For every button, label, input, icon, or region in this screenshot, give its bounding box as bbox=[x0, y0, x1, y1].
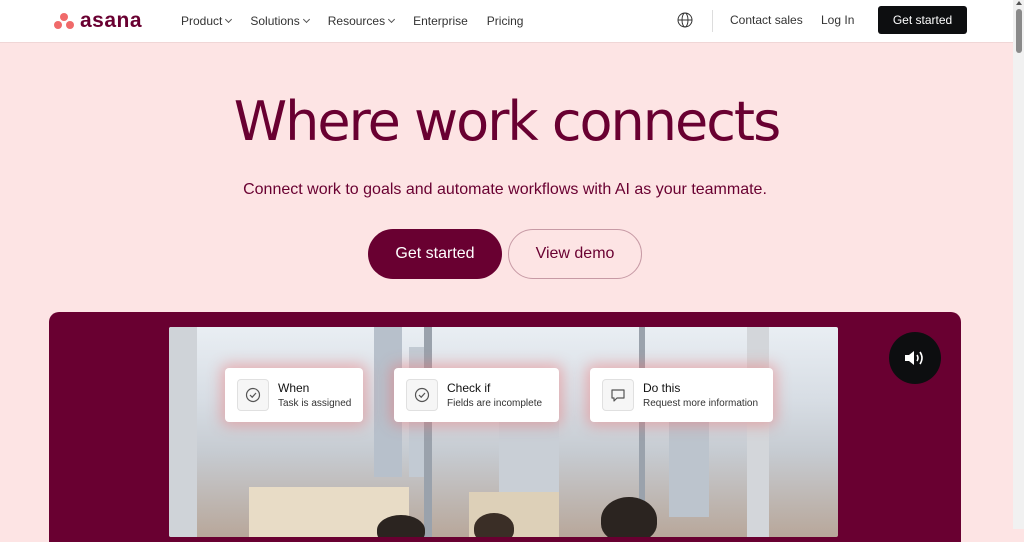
scroll-thumb[interactable] bbox=[1016, 9, 1022, 53]
nav-get-started-button[interactable]: Get started bbox=[878, 6, 967, 34]
nav-links: Product Solutions Resources Enterprise P… bbox=[181, 0, 542, 42]
login-link[interactable]: Log In bbox=[821, 13, 854, 27]
window-frame bbox=[424, 327, 432, 537]
card-title: Check if bbox=[447, 380, 491, 395]
hero-title: Where work connects bbox=[233, 90, 781, 153]
asana-logo[interactable]: asana bbox=[54, 9, 143, 32]
view-demo-button[interactable]: View demo bbox=[508, 229, 642, 279]
get-started-button[interactable]: Get started bbox=[368, 229, 502, 279]
hero-subtitle: Connect work to goals and automate workf… bbox=[243, 181, 767, 198]
nav-solutions[interactable]: Solutions bbox=[250, 14, 310, 28]
window-frame bbox=[747, 327, 769, 537]
volume-button[interactable] bbox=[889, 332, 941, 384]
globe-icon[interactable] bbox=[677, 12, 693, 28]
scrollbar[interactable] bbox=[1013, 0, 1024, 529]
top-nav: asana Product Solutions Resources Enterp… bbox=[0, 0, 1013, 43]
nav-enterprise-label: Enterprise bbox=[413, 14, 468, 28]
chevron-down-icon bbox=[388, 15, 396, 24]
volume-icon bbox=[905, 351, 923, 365]
card-title: When bbox=[278, 380, 310, 395]
check-circle-icon bbox=[406, 379, 438, 411]
chevron-down-icon bbox=[302, 15, 310, 24]
workflow-card-do-this: Do this Request more information bbox=[590, 368, 773, 422]
scroll-up-arrow-icon[interactable] bbox=[1016, 1, 1022, 5]
card-title: Do this bbox=[643, 380, 681, 395]
nav-enterprise[interactable]: Enterprise bbox=[413, 14, 468, 28]
window-frame bbox=[169, 327, 197, 537]
building bbox=[669, 417, 709, 517]
nav-divider bbox=[712, 10, 713, 32]
person-head bbox=[377, 515, 425, 537]
demo-video[interactable] bbox=[169, 327, 838, 537]
workflow-card-when: When Task is assigned bbox=[225, 368, 363, 422]
workflow-card-check-if: Check if Fields are incomplete bbox=[394, 368, 559, 422]
check-circle-icon bbox=[237, 379, 269, 411]
person-head bbox=[474, 513, 514, 537]
card-description: Request more information bbox=[643, 397, 759, 409]
nav-resources[interactable]: Resources bbox=[327, 14, 396, 28]
logo-text: asana bbox=[80, 9, 143, 32]
nav-pricing[interactable]: Pricing bbox=[487, 14, 524, 28]
nav-product-label: Product bbox=[181, 14, 223, 28]
person-head bbox=[601, 497, 657, 537]
nav-solutions-label: Solutions bbox=[250, 14, 300, 28]
logo-icon bbox=[54, 12, 75, 30]
card-description: Fields are incomplete bbox=[447, 397, 543, 409]
contact-sales-link[interactable]: Contact sales bbox=[730, 13, 803, 27]
nav-product[interactable]: Product bbox=[181, 14, 233, 28]
chevron-down-icon bbox=[225, 15, 233, 24]
card-description: Task is assigned bbox=[278, 397, 352, 409]
comment-icon bbox=[602, 379, 634, 411]
nav-resources-label: Resources bbox=[327, 14, 386, 28]
nav-pricing-label: Pricing bbox=[486, 14, 524, 28]
